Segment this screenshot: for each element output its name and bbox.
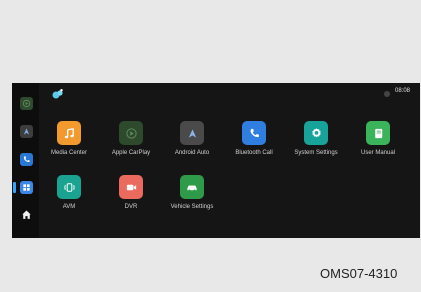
carplay-play-icon — [119, 121, 143, 145]
app-label: AVM — [62, 204, 76, 210]
phone-icon — [242, 121, 266, 145]
app-label: Vehicle Settings — [170, 204, 214, 210]
app-label: User Manual — [360, 150, 395, 156]
sidebar-android-auto-icon[interactable] — [20, 125, 33, 138]
sidebar-phone-icon[interactable] — [20, 153, 33, 166]
sidebar — [12, 83, 39, 238]
sidebar-selected-indicator — [13, 182, 16, 193]
app-dvr[interactable]: DVR — [101, 175, 161, 210]
app-label: System Settings — [294, 150, 338, 156]
brand-logo-icon — [52, 89, 63, 99]
figure-caption: OMS07-4310 — [320, 266, 398, 281]
app-label: Bluetooth Call — [235, 150, 273, 156]
car-icon — [180, 175, 204, 199]
app-vehicle-settings[interactable]: Vehicle Settings — [162, 175, 222, 210]
book-icon — [366, 121, 390, 145]
app-bluetooth-call[interactable]: Bluetooth Call — [224, 121, 284, 156]
dvr-camera-icon — [119, 175, 143, 199]
app-user-manual[interactable]: User Manual — [348, 121, 408, 156]
sidebar-apps-grid-icon[interactable] — [20, 181, 33, 194]
app-android-auto[interactable]: Android Auto — [162, 121, 222, 156]
infotainment-screen: 08:08 Media Center Apple CarPlay Android… — [12, 83, 420, 238]
app-media-center[interactable]: Media Center — [39, 121, 99, 156]
app-label: Android Auto — [174, 150, 210, 156]
app-system-settings[interactable]: System Settings — [286, 121, 346, 156]
sidebar-home-icon[interactable] — [20, 208, 33, 221]
app-apple-carplay[interactable]: Apple CarPlay — [101, 121, 161, 156]
status-time: 08:08 — [395, 88, 411, 94]
music-note-icon — [57, 121, 81, 145]
status-indicator-icon — [384, 91, 390, 97]
sidebar-carplay-icon[interactable] — [20, 97, 33, 110]
camera-360-icon — [57, 175, 81, 199]
app-label: Media Center — [50, 150, 88, 156]
app-label: DVR — [124, 204, 138, 210]
gear-icon — [304, 121, 328, 145]
app-avm[interactable]: AVM — [39, 175, 99, 210]
app-label: Apple CarPlay — [111, 150, 151, 156]
android-auto-icon — [180, 121, 204, 145]
